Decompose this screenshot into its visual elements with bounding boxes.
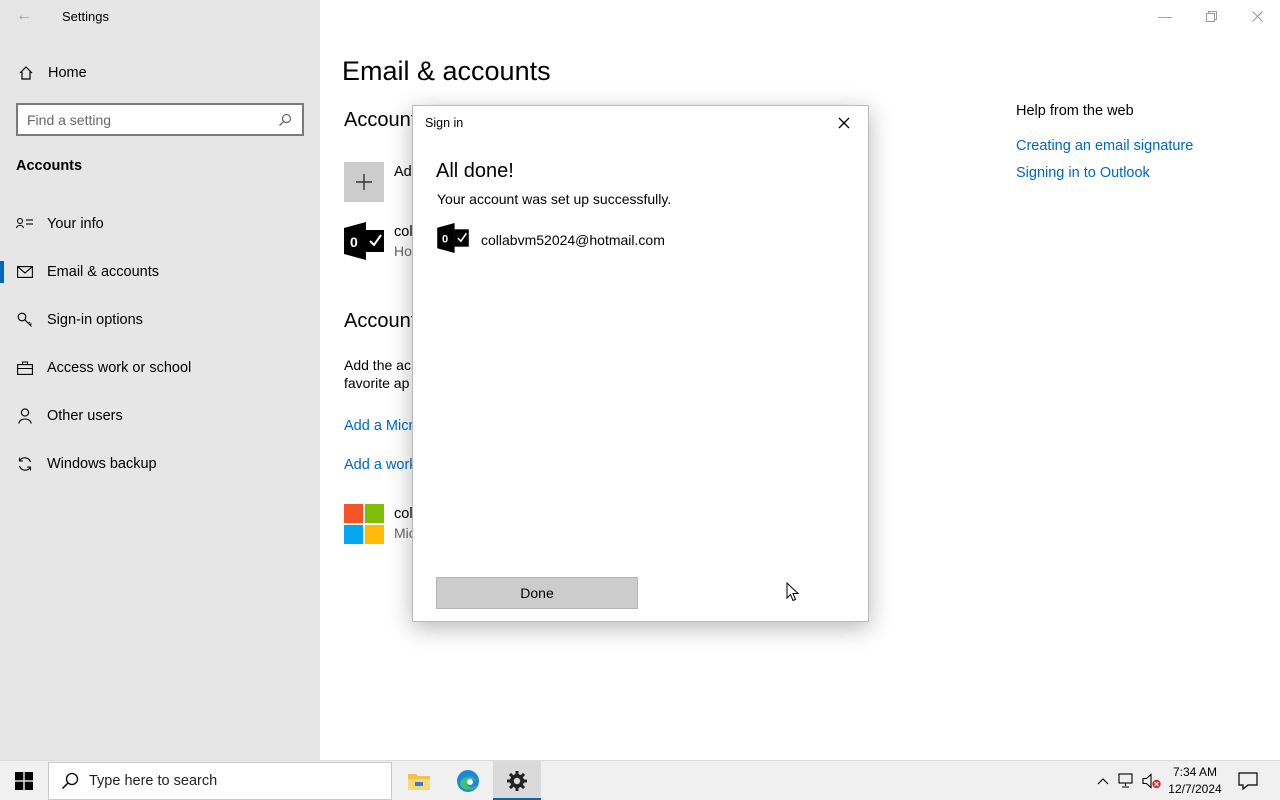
gear-icon (507, 771, 527, 791)
accounts-used-heading: Account (344, 109, 417, 131)
add-account-label[interactable]: Ad (394, 164, 412, 180)
logo-square (344, 525, 363, 544)
clock-date: 12/7/2024 (1168, 782, 1222, 796)
sidebar-item-access-work-school[interactable]: Access work or school (0, 348, 320, 388)
search-icon (59, 770, 81, 792)
account-email: collabvm52024@hotmail.com (481, 232, 665, 248)
section-title: Accounts (16, 158, 83, 174)
sidebar-item-label: Access work or school (47, 360, 192, 376)
file-explorer-button[interactable] (395, 761, 443, 800)
app-title: Settings (62, 9, 109, 24)
page-title: Email & accounts (342, 56, 551, 86)
sidebar-item-label: Windows backup (47, 456, 157, 472)
outlook-icon: 0 (437, 222, 469, 258)
system-clock[interactable]: 7:34 AM 12/7/2024 (1162, 764, 1228, 798)
sidebar-item-label: Home (48, 65, 87, 81)
svg-text:0: 0 (350, 234, 358, 250)
dialog-title: Sign in (425, 116, 464, 130)
plus-icon (356, 174, 372, 190)
find-setting-search[interactable] (16, 103, 304, 136)
clock-time: 7:34 AM (1172, 765, 1218, 779)
search-input[interactable] (18, 111, 274, 128)
outlook-account-sub: Ho (394, 243, 412, 259)
logo-square (365, 504, 384, 523)
windows-logo-icon (15, 772, 33, 790)
sidebar-item-home[interactable]: Home (0, 58, 320, 88)
logo-square (365, 525, 384, 544)
sidebar-item-label: Sign-in options (47, 312, 143, 328)
sidebar-item-sign-in-options[interactable]: Sign-in options (0, 300, 320, 340)
ms-account-name[interactable]: col (394, 506, 413, 522)
person-icon (15, 406, 35, 426)
add-account-button[interactable] (344, 162, 384, 202)
settings-sidebar: ← Settings Home Accounts Your info Email… (0, 0, 320, 760)
edge-icon (457, 770, 479, 792)
add-microsoft-account-link[interactable]: Add a Micr (344, 418, 413, 434)
person-card-icon (15, 214, 35, 234)
sync-icon (15, 454, 35, 474)
microsoft-logo-icon (344, 504, 384, 544)
folder-icon (408, 774, 430, 790)
sidebar-item-label: Email & accounts (47, 264, 160, 280)
window-controls: — (1142, 0, 1280, 32)
sidebar-item-your-info[interactable]: Your info (0, 204, 320, 244)
taskbar-search-box[interactable]: Type here to search (48, 762, 392, 800)
sidebar-item-other-users[interactable]: Other users (0, 396, 320, 436)
start-button[interactable] (0, 761, 48, 800)
outlook-icon: 0 (344, 222, 384, 260)
sidebar-item-label: Your info (47, 216, 104, 232)
mouse-cursor-icon (786, 582, 800, 602)
restore-icon[interactable] (1188, 0, 1234, 32)
close-window-icon[interactable] (1234, 0, 1280, 32)
sign-in-dialog: Sign in All done! Your account was set u… (412, 105, 869, 622)
mail-icon (15, 262, 35, 282)
dialog-message: Your account was set up successfully. (437, 191, 672, 207)
sidebar-item-label: Other users (47, 408, 123, 424)
configured-account: 0 collabvm52024@hotmail.com (437, 222, 665, 258)
title-bar-left: ← Settings (0, 0, 320, 32)
briefcase-icon (15, 358, 35, 378)
key-icon (15, 310, 35, 330)
done-button[interactable]: Done (436, 577, 638, 609)
logo-square (344, 504, 363, 523)
other-apps-heading: Account (344, 310, 417, 332)
search-icon[interactable] (274, 109, 296, 131)
network-icon[interactable] (1117, 771, 1137, 791)
home-icon (17, 64, 35, 82)
sidebar-item-windows-backup[interactable]: Windows backup (0, 444, 320, 484)
edge-browser-button[interactable] (444, 761, 492, 800)
sidebar-item-email-accounts[interactable]: Email & accounts (0, 252, 320, 292)
add-work-account-link[interactable]: Add a work (344, 457, 417, 473)
outlook-account-name[interactable]: col (394, 224, 413, 240)
chevron-up-icon[interactable] (1093, 771, 1113, 791)
taskbar: Type here to search 7:34 AM 12/7/2024 (0, 760, 1280, 800)
svg-text:0: 0 (442, 233, 448, 245)
settings-app-button[interactable] (493, 761, 541, 800)
help-link-email-signature[interactable]: Creating an email signature (1016, 138, 1193, 154)
taskbar-search-placeholder: Type here to search (89, 773, 218, 789)
volume-muted-icon[interactable] (1142, 771, 1162, 791)
close-icon[interactable] (830, 112, 858, 134)
help-link-signing-outlook[interactable]: Signing in to Outlook (1016, 165, 1150, 181)
dialog-heading: All done! (436, 160, 514, 182)
notification-center-icon[interactable] (1236, 769, 1260, 793)
back-arrow-icon[interactable]: ← (14, 6, 34, 26)
minimize-icon[interactable]: — (1142, 0, 1188, 32)
help-title: Help from the web (1016, 103, 1134, 119)
